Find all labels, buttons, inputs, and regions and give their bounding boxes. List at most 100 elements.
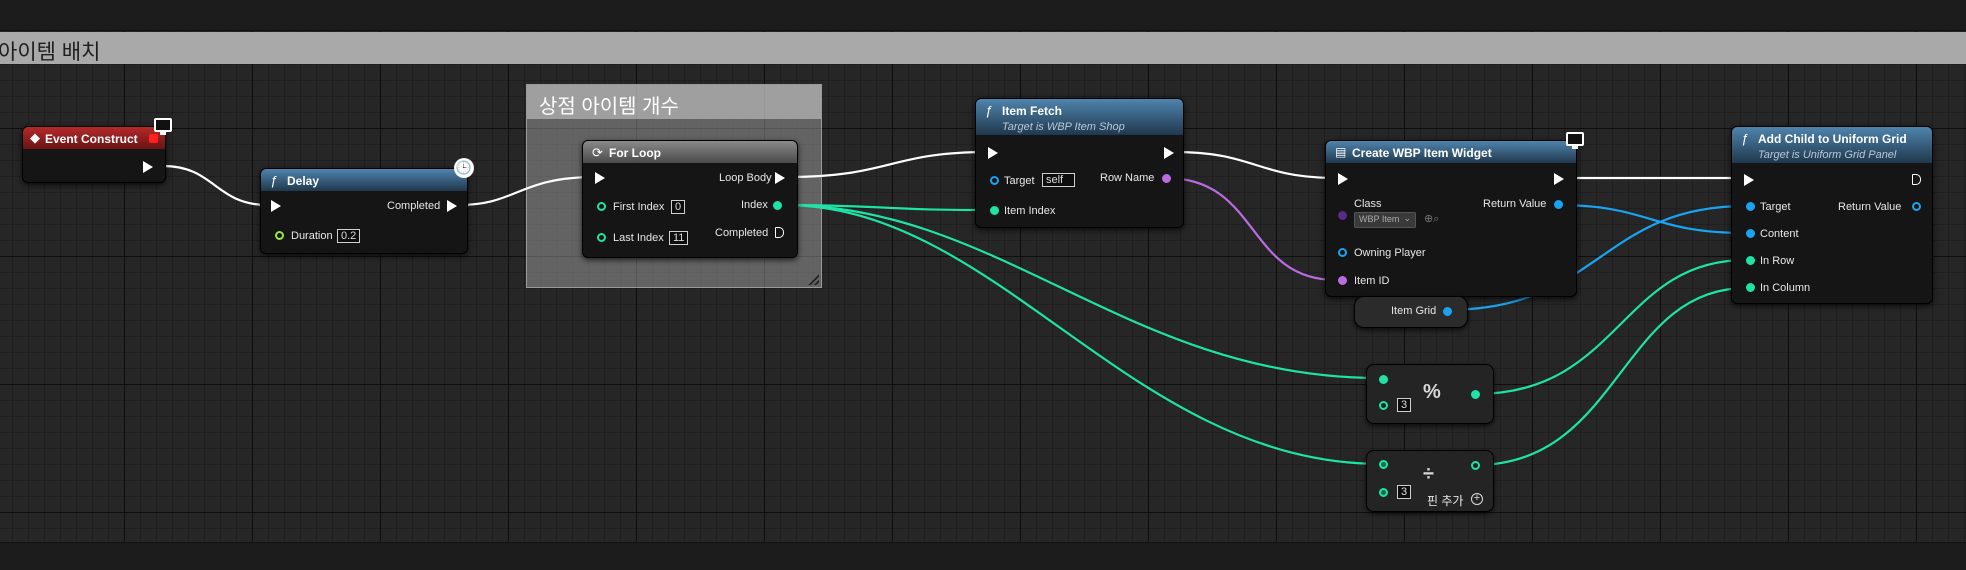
divide-b-pin[interactable] [1379, 488, 1388, 497]
modulo-node[interactable]: 3 % [1366, 364, 1494, 424]
delay-title: Delay [287, 174, 320, 188]
index-label: Index [741, 199, 768, 211]
diamond-icon: ◆ [30, 130, 40, 145]
top-toolbar-strip [0, 0, 1966, 31]
duration-pin[interactable] [275, 231, 284, 240]
modulo-result-pin[interactable] [1471, 390, 1480, 399]
create-widget-header: ▤ Create WBP Item Widget [1326, 141, 1576, 163]
content-label: Content [1760, 228, 1799, 240]
target-value-input[interactable]: self [1042, 173, 1075, 187]
exec-out-pin[interactable] [1554, 173, 1564, 185]
monitor-icon [154, 118, 172, 135]
item-grid-pin[interactable] [1443, 307, 1452, 316]
create-widget-node[interactable]: ▤ Create WBP Item Widget Class WBP Item … [1325, 140, 1577, 297]
first-index-value-input[interactable]: 0 [671, 200, 686, 214]
add-pin-label[interactable]: 핀 추가 [1427, 492, 1463, 509]
function-icon: ƒ [985, 103, 993, 118]
divide-result-pin[interactable] [1471, 461, 1480, 470]
class-label: Class [1354, 198, 1382, 210]
in-row-label: In Row [1760, 255, 1795, 267]
function-icon: ƒ [1741, 131, 1749, 146]
index-pin[interactable] [773, 201, 782, 210]
item-fetch-node[interactable]: ƒ Item Fetch Target is WBP Item Shop Tar… [975, 98, 1184, 228]
class-dropdown[interactable]: WBP Item ⌄ [1354, 212, 1416, 228]
item-index-label: Item Index [1004, 205, 1056, 217]
for-loop-header: ⟳ For Loop [583, 141, 797, 163]
last-index-label: Last Index [613, 232, 664, 244]
in-row-pin[interactable] [1746, 256, 1755, 265]
add-child-subtitle: Target is Uniform Grid Panel [1758, 149, 1897, 161]
target-pin[interactable] [990, 176, 999, 185]
owning-player-label: Owning Player [1354, 247, 1426, 259]
item-id-label: Item ID [1354, 275, 1390, 287]
exec-out-pin[interactable] [1912, 174, 1921, 185]
item-grid-variable-node[interactable]: Item Grid [1354, 296, 1468, 328]
modulo-a-pin[interactable] [1379, 375, 1388, 384]
browse-icon[interactable]: ⊕⌕ [1424, 212, 1439, 226]
delay-node[interactable]: ƒ Delay Completed Duration 0.2 [260, 168, 468, 254]
event-construct-header: ◆ Event Construct [23, 127, 165, 149]
owning-player-pin[interactable] [1338, 248, 1347, 257]
loop-body-label: Loop Body [719, 172, 772, 184]
item-fetch-title: Item Fetch [1002, 104, 1063, 118]
target-label: Target [1004, 175, 1035, 187]
in-column-label: In Column [1760, 282, 1811, 294]
comment-banner[interactable]: 아이템 배치 [0, 32, 1966, 64]
add-pin-icon[interactable]: + [1471, 493, 1483, 505]
modulo-b-value-input[interactable]: 3 [1397, 398, 1412, 412]
function-icon: ƒ [270, 173, 278, 188]
item-fetch-subtitle: Target is WBP Item Shop [1002, 121, 1125, 133]
resize-handle-icon[interactable] [807, 273, 819, 285]
completed-exec-pin[interactable] [775, 227, 784, 238]
item-index-pin[interactable] [990, 206, 999, 215]
completed-exec-pin[interactable] [447, 200, 457, 212]
content-pin[interactable] [1746, 229, 1755, 238]
divide-b-value-input[interactable]: 3 [1397, 485, 1412, 499]
last-index-value-input[interactable]: 11 [669, 231, 689, 245]
monitor-icon [1566, 132, 1584, 149]
return-value-pin[interactable] [1912, 202, 1921, 211]
event-construct-node[interactable]: ◆ Event Construct [22, 126, 166, 183]
in-column-pin[interactable] [1746, 283, 1755, 292]
last-index-pin[interactable] [597, 233, 606, 242]
exec-out-pin[interactable] [1164, 147, 1174, 159]
class-pin[interactable] [1338, 211, 1347, 220]
object-wire [1556, 203, 1747, 235]
chevron-down-icon: ⌄ [1403, 213, 1411, 223]
widget-icon: ▤ [1335, 145, 1347, 159]
exec-in-pin[interactable] [271, 200, 281, 212]
exec-in-pin[interactable] [1338, 173, 1348, 185]
exec-in-pin[interactable] [595, 172, 605, 184]
bottom-strip [0, 542, 1966, 570]
target-pin[interactable] [1746, 202, 1755, 211]
item-id-pin[interactable] [1338, 276, 1347, 285]
loop-body-exec-pin[interactable] [775, 172, 785, 184]
for-loop-node[interactable]: ⟳ For Loop Loop Body First Index 0 Index… [582, 140, 798, 258]
exec-out-pin[interactable] [143, 161, 153, 173]
exec-in-pin[interactable] [1744, 174, 1754, 186]
return-value-label: Return Value [1838, 201, 1902, 213]
modulo-b-pin[interactable] [1379, 401, 1388, 410]
comment-banner-text: 아이템 배치 [0, 41, 101, 64]
return-value-pin[interactable] [1554, 200, 1563, 209]
row-name-pin[interactable] [1162, 174, 1171, 183]
duration-value-input[interactable]: 0.2 [337, 229, 361, 243]
item-fetch-header: ƒ Item Fetch Target is WBP Item Shop [976, 99, 1183, 135]
delegate-pin[interactable] [149, 134, 158, 143]
first-index-label: First Index [613, 201, 665, 213]
return-value-label: Return Value [1483, 198, 1547, 210]
name-wire [1165, 176, 1337, 282]
int-wire [783, 203, 1379, 380]
divide-a-pin[interactable] [1379, 460, 1388, 469]
add-child-node[interactable]: ƒ Add Child to Uniform Grid Target is Un… [1731, 126, 1933, 304]
comment-box-title: 상점 아이템 개수 [527, 85, 821, 119]
exec-in-pin[interactable] [988, 147, 998, 159]
int-wire [783, 203, 1383, 466]
completed-label: Completed [387, 200, 441, 212]
for-loop-title: For Loop [609, 146, 661, 160]
first-index-pin[interactable] [597, 202, 606, 211]
divide-node[interactable]: 3 ÷ 핀 추가 + [1366, 450, 1494, 512]
create-widget-title: Create WBP Item Widget [1352, 146, 1492, 160]
graph-wires [162, 150, 1747, 467]
item-grid-label: Item Grid [1391, 305, 1437, 317]
